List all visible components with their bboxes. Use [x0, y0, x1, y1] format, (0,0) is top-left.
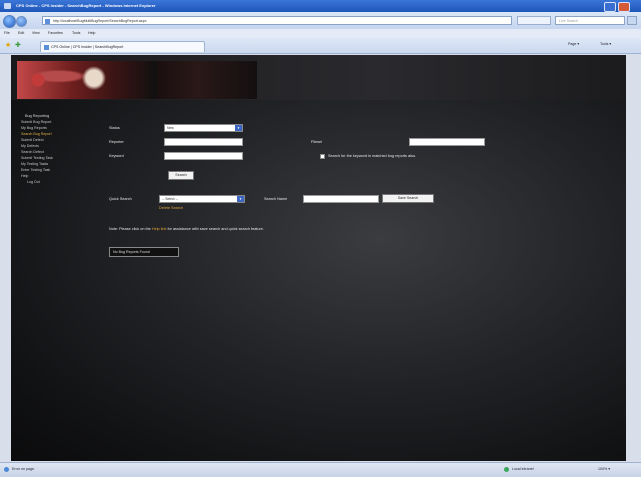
window-title: CPS Online - CPS Insider - SearchBugRepo…: [16, 3, 156, 8]
intranet-icon: [504, 467, 509, 472]
close-button[interactable]: [618, 2, 630, 12]
tab-page-icon: [44, 45, 49, 50]
search-button[interactable]: Search: [168, 171, 194, 180]
sidebar-item-log-out[interactable]: Log Out: [27, 179, 105, 185]
keyword-input[interactable]: [164, 152, 243, 160]
tab-bar: ★ ✚ CPS Online | CPS Insider | SearchBug…: [0, 38, 641, 54]
note-prefix: Note: Please click on the: [109, 227, 152, 231]
reporter-label: Reporter: [109, 140, 124, 144]
browser-window: CPS Online - CPS Insider - SearchBugRepo…: [0, 0, 641, 477]
menu-tools[interactable]: Tools: [72, 31, 80, 35]
banner: [11, 55, 626, 100]
status-select-value: New: [167, 126, 174, 130]
status-label: Status: [109, 126, 120, 130]
tab-label: CPS Online | CPS Insider | SearchBugRepo…: [51, 45, 124, 49]
no-bug-reports-found: No Bug Reports Found: [109, 247, 179, 257]
favorites-star-icon[interactable]: ★: [5, 42, 12, 49]
quick-search-label: Quick Search: [109, 197, 132, 201]
status-select[interactable]: New ▼: [164, 124, 243, 132]
minimize-button[interactable]: [604, 2, 616, 12]
forward-button[interactable]: [16, 16, 27, 27]
banner-image: [17, 61, 157, 99]
title-bar: CPS Online - CPS Insider - SearchBugRepo…: [0, 0, 641, 12]
page-icon: [45, 19, 50, 24]
search-icon[interactable]: [627, 16, 637, 25]
zoom-level[interactable]: 100% ▾: [598, 467, 610, 471]
status-text: Error on page.: [12, 467, 35, 471]
note-suffix: for assistance with save search and quic…: [166, 227, 264, 231]
error-icon[interactable]: [4, 467, 9, 472]
security-zone: Local intranet: [512, 467, 534, 471]
add-favorite-icon[interactable]: ✚: [15, 42, 22, 49]
keyword-checkbox-label: Search for the keyword in matched bug re…: [328, 154, 417, 158]
reporter-input[interactable]: [164, 138, 243, 146]
address-row: http://localhost/BugMultiBugReport/Searc…: [0, 12, 641, 29]
page-content: Bug Reporting Submit Bug Report My Bug R…: [11, 55, 626, 461]
keyword-checkbox[interactable]: [320, 154, 325, 159]
live-search-input[interactable]: Live Search: [555, 16, 625, 25]
menu-file[interactable]: File: [4, 31, 10, 35]
status-bar: Error on page. Local intranet 100% ▾: [0, 462, 641, 477]
menu-favorites[interactable]: Favorites: [48, 31, 63, 35]
sidebar: Bug Reporting Submit Bug Report My Bug R…: [17, 113, 105, 185]
filesel-input[interactable]: [409, 138, 485, 146]
note-text: Note: Please click on the Help link for …: [109, 227, 264, 231]
menu-help[interactable]: Help: [88, 31, 95, 35]
address-text: http://localhost/BugMultiBugReport/Searc…: [53, 19, 147, 23]
delete-search-link[interactable]: Delete Search: [159, 206, 183, 210]
menu-view[interactable]: View: [32, 31, 40, 35]
help-link[interactable]: Help link: [152, 227, 167, 231]
tools-menu[interactable]: Tools ▾: [600, 42, 611, 46]
menu-edit[interactable]: Edit: [18, 31, 24, 35]
refresh-stop-buttons[interactable]: [517, 16, 551, 25]
chevron-down-icon: ▼: [237, 196, 244, 202]
menu-bar: File Edit View Favorites Tools Help: [0, 29, 641, 38]
banner-image-dark: [157, 61, 257, 99]
quick-search-value: -- Select --: [162, 197, 178, 201]
tab-current[interactable]: CPS Online | CPS Insider | SearchBugRepo…: [40, 41, 205, 52]
search-name-label: Search Name: [264, 197, 288, 201]
chevron-down-icon: ▼: [235, 125, 242, 131]
search-name-input[interactable]: [303, 195, 379, 203]
keyword-label: Keyword: [109, 154, 124, 158]
quick-search-select[interactable]: -- Select -- ▼: [159, 195, 245, 203]
back-button[interactable]: [3, 15, 16, 28]
save-search-button[interactable]: Save Search: [382, 194, 434, 203]
address-bar[interactable]: http://localhost/BugMultiBugReport/Searc…: [42, 16, 512, 25]
filesel-label: Filesel: [311, 140, 322, 144]
page-menu[interactable]: Page ▾: [568, 42, 579, 46]
ie-icon: [4, 3, 11, 9]
